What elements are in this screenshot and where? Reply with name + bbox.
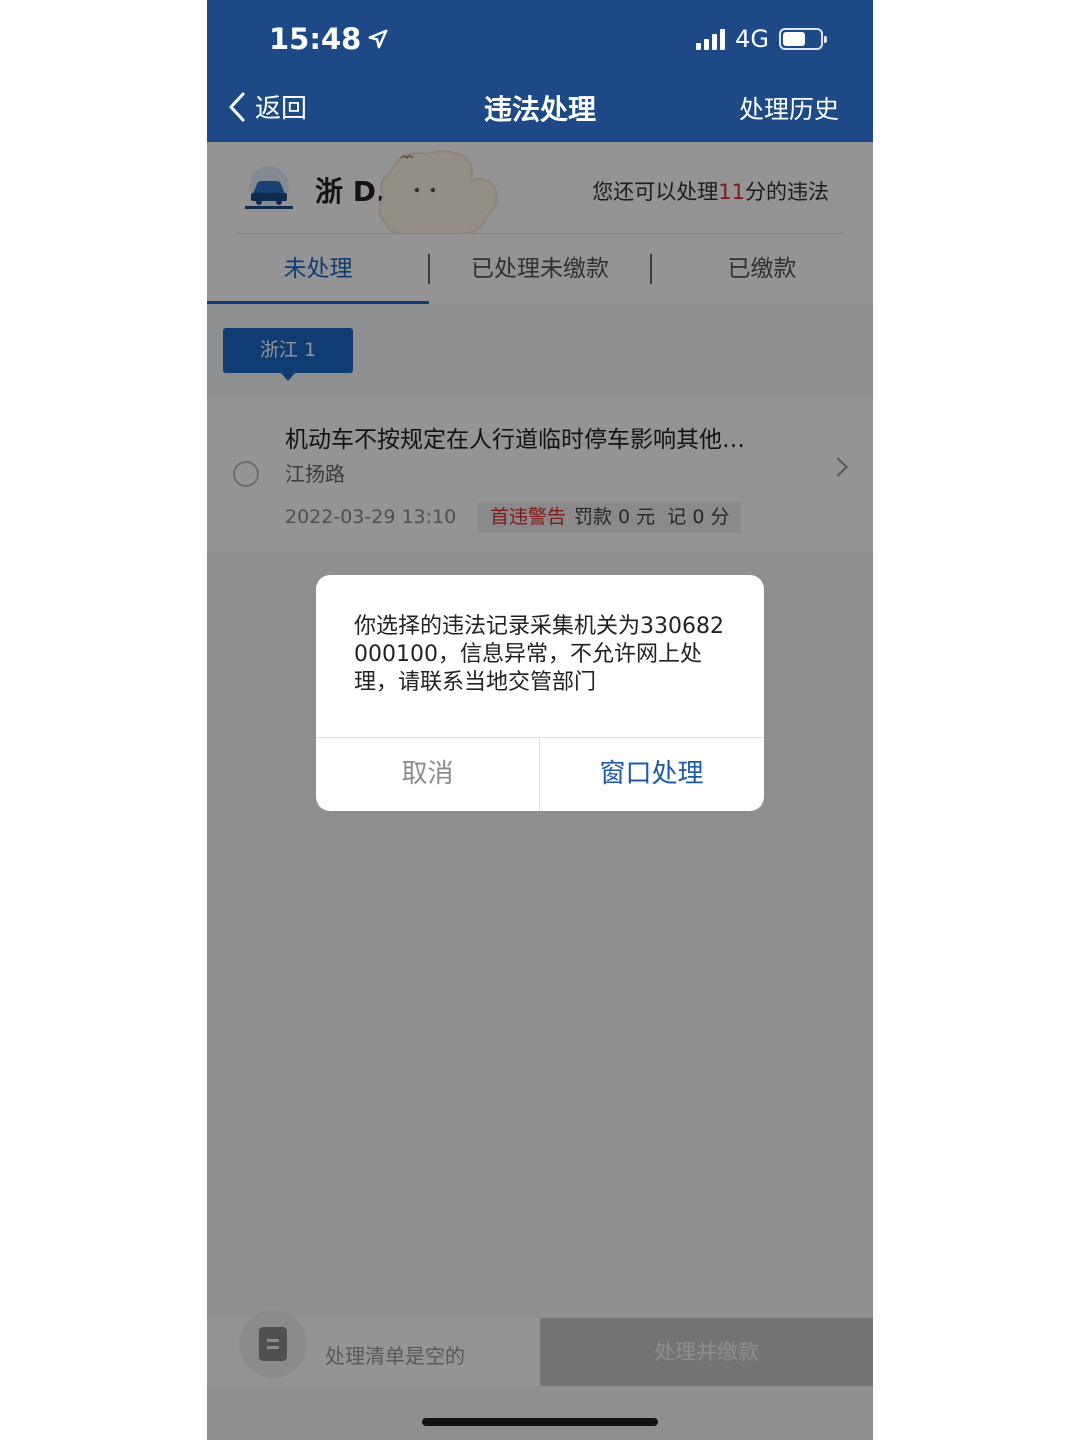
location-arrow-icon — [368, 29, 388, 49]
status-indicators: 4G — [696, 25, 827, 53]
home-indicator[interactable] — [422, 1418, 658, 1426]
history-link[interactable]: 处理历史 — [739, 90, 839, 126]
dialog-message: 你选择的违法记录采集机关为330682000100，信息异常，不允许网上处理，请… — [354, 614, 724, 695]
alert-dialog: 你选择的违法记录采集机关为330682000100，信息异常，不允许网上处理，请… — [316, 575, 764, 811]
app-header: 15:48 4G 返回 违法处理 处理历史 — [207, 0, 873, 142]
battery-icon — [779, 28, 827, 50]
network-label: 4G — [735, 25, 769, 53]
window-process-button[interactable]: 窗口处理 — [540, 738, 763, 811]
cancel-button[interactable]: 取消 — [316, 738, 539, 811]
status-time-text: 15:48 — [269, 22, 362, 56]
phone-screen: 15:48 4G 返回 违法处理 处理历史 浙 D. 您还可以处理11分的违法 … — [207, 0, 873, 1440]
status-time: 15:48 — [269, 22, 389, 56]
signal-icon — [696, 28, 726, 50]
